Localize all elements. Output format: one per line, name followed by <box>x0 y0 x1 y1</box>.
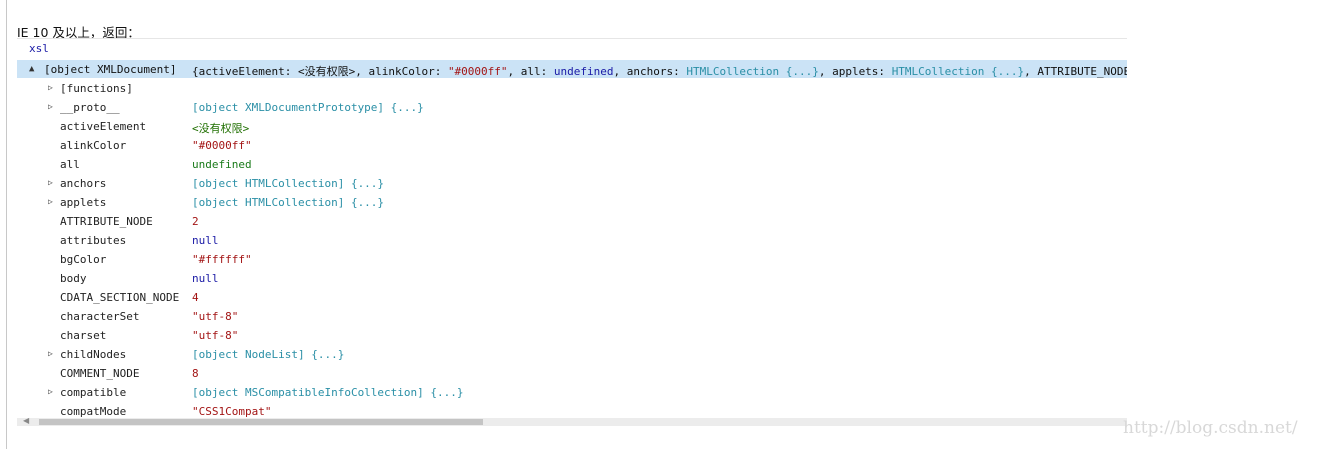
property-name: COMMENT_NODE <box>60 367 140 380</box>
property-row[interactable]: ▷ childNodes [object NodeList] {...} <box>17 345 1127 364</box>
property-name: charset <box>60 329 107 342</box>
property-name: [functions] <box>60 82 133 95</box>
console-panel: xsl ▲ [object XMLDocument] {activeElemen… <box>17 38 1127 429</box>
property-value: [object MSCompatibleInfoCollection] {...… <box>192 386 464 399</box>
property-value: [object HTMLCollection] {...} <box>192 177 385 190</box>
property-name: ATTRIBUTE_NODE <box>60 215 153 228</box>
collapse-icon[interactable]: ▲ <box>29 64 34 74</box>
property-list: ▷ [functions] ▷ __proto__ [object XMLDocumen… <box>17 79 1127 421</box>
preview-part: HTMLCollection {...} <box>891 65 1025 78</box>
preview-part: , alinkColor: <box>355 65 448 78</box>
property-value: "#ffffff" <box>192 253 252 266</box>
property-row: CDATA_SECTION_NODE 4 <box>17 288 1127 307</box>
expand-triangle-icon[interactable]: ▷ <box>48 178 53 187</box>
object-preview: {activeElement: <没有权限>, alinkColor: "#00… <box>192 63 1127 78</box>
property-row[interactable]: ▷ anchors [object HTMLCollection] {...} <box>17 174 1127 193</box>
property-row[interactable]: ▷ compatible [object MSCompatibleInfoColle… <box>17 383 1127 402</box>
object-type-label: [object XMLDocument] <box>44 63 177 76</box>
property-name: attributes <box>60 234 127 247</box>
preview-part: <没有权限> <box>297 65 356 78</box>
preview-part: "#0000ff" <box>447 65 508 78</box>
preview-part: undefined <box>553 65 614 78</box>
property-value: 2 <box>192 215 199 228</box>
property-name: activeElement <box>60 120 147 133</box>
object-summary-row[interactable]: ▲ [object XMLDocument] {activeElement: <… <box>17 60 1127 78</box>
property-name: alinkColor <box>60 139 127 152</box>
property-row: bgColor "#ffffff" <box>17 250 1127 269</box>
property-name: body <box>60 272 87 285</box>
property-value: null <box>192 234 219 247</box>
property-row: body null <box>17 269 1127 288</box>
preview-part: , all: <box>507 65 554 78</box>
property-value: 4 <box>192 291 199 304</box>
property-row: characterSet "utf-8" <box>17 307 1127 326</box>
property-value: [object HTMLCollection] {...} <box>192 196 385 209</box>
scroll-left-icon[interactable]: ◀ <box>23 416 29 425</box>
left-border <box>6 0 7 449</box>
page: IE 10 及以上，返回： xsl ▲ [object XMLDocument]… <box>0 0 1344 449</box>
property-name: characterSet <box>60 310 140 323</box>
property-row: all undefined <box>17 155 1127 174</box>
expand-triangle-icon[interactable]: ▷ <box>48 83 53 92</box>
property-row: charset "utf-8" <box>17 326 1127 345</box>
property-value: 8 <box>192 367 199 380</box>
property-name: compatMode <box>60 405 127 418</box>
preview-part: : <box>284 65 298 78</box>
property-row[interactable]: ▷ [functions] <box>17 79 1127 98</box>
property-value: "utf-8" <box>192 310 239 323</box>
property-value: null <box>192 272 219 285</box>
property-value: undefined <box>192 158 252 171</box>
watermark-text: http://blog.csdn.net/ <box>1123 418 1298 438</box>
property-name: __proto__ <box>60 101 120 114</box>
preview-part: , anchors: <box>613 65 687 78</box>
property-row: activeElement <没有权限> <box>17 117 1127 136</box>
property-value: <没有权限> <box>192 122 250 135</box>
expand-triangle-icon[interactable]: ▷ <box>48 387 53 396</box>
preview-part: , ATTRIBUTE_NODE <box>1024 65 1127 78</box>
property-name: compatible <box>60 386 127 399</box>
property-row: ATTRIBUTE_NODE 2 <box>17 212 1127 231</box>
property-name: CDATA_SECTION_NODE <box>60 291 180 304</box>
property-row: alinkColor "#0000ff" <box>17 136 1127 155</box>
property-value: [object NodeList] {...} <box>192 348 345 361</box>
property-name: anchors <box>60 177 107 190</box>
preview-part: activeElement <box>198 65 285 78</box>
property-value: "utf-8" <box>192 329 239 342</box>
property-row: COMMENT_NODE 8 <box>17 364 1127 383</box>
property-row[interactable]: ▷ applets [object HTMLCollection] {...} <box>17 193 1127 212</box>
property-value: "CSS1Compat" <box>192 405 272 418</box>
horizontal-scrollbar[interactable]: ◀ <box>17 416 1127 426</box>
expand-triangle-icon[interactable]: ▷ <box>48 349 53 358</box>
property-row[interactable]: ▷ __proto__ [object XMLDocumentPrototype] … <box>17 98 1127 117</box>
property-name: all <box>60 158 80 171</box>
property-name: applets <box>60 196 107 209</box>
property-value: "#0000ff" <box>192 139 252 152</box>
property-name: childNodes <box>60 348 127 361</box>
property-value: [object XMLDocumentPrototype] {...} <box>192 101 424 114</box>
expand-triangle-icon[interactable]: ▷ <box>48 197 53 206</box>
scrollbar-thumb[interactable] <box>39 419 483 425</box>
property-name: bgColor <box>60 253 107 266</box>
preview-part: HTMLCollection {...} <box>686 65 819 78</box>
property-row: attributes null <box>17 231 1127 250</box>
preview-part: , applets: <box>818 65 892 78</box>
preview-part: { <box>192 65 199 78</box>
console-variable: xsl <box>29 42 49 55</box>
expand-triangle-icon[interactable]: ▷ <box>48 102 53 111</box>
